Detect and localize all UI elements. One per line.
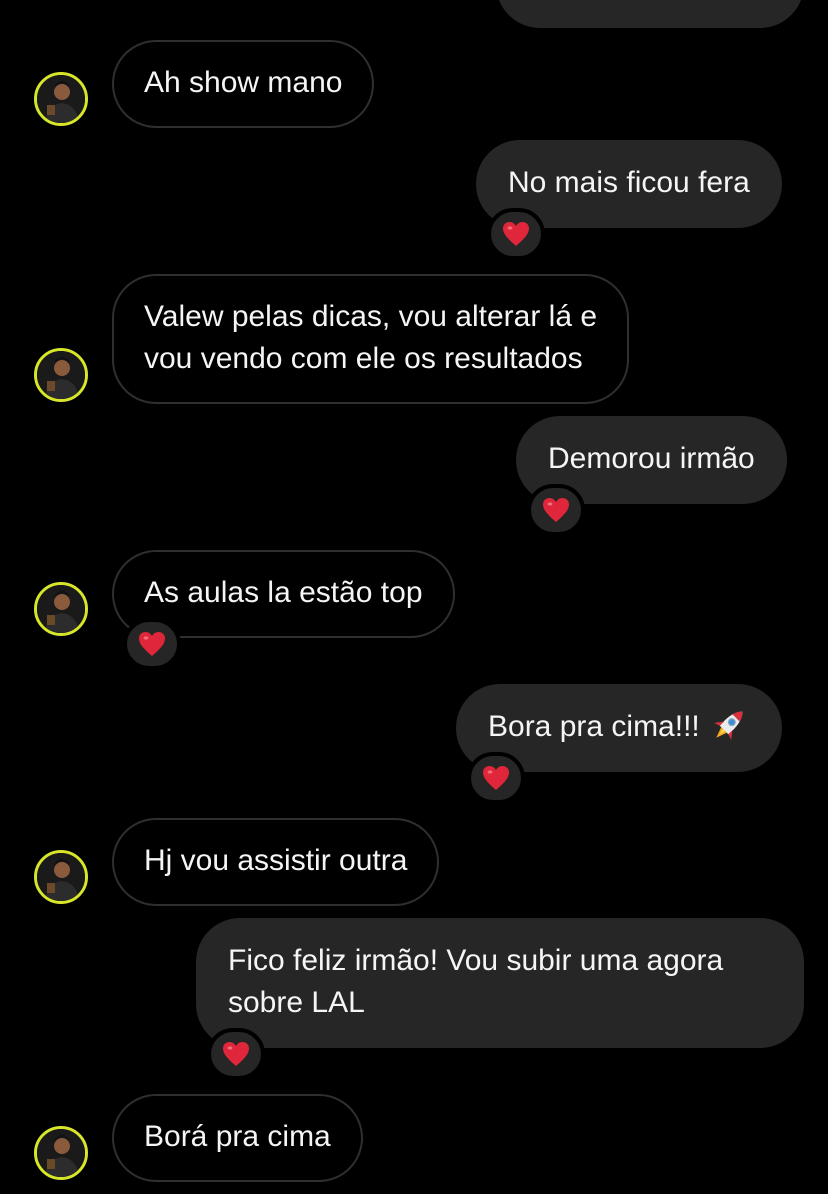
message-text: Ah show mano: [144, 66, 343, 99]
red-heart-icon: [483, 766, 509, 790]
reaction-badge[interactable]: [527, 484, 585, 536]
reaction-badge[interactable]: [123, 618, 181, 670]
reaction-badge[interactable]: [207, 1028, 265, 1080]
red-heart-icon: [503, 222, 529, 246]
message-bubble-outgoing[interactable]: [496, 0, 804, 28]
message-text-line: sobre LAL: [228, 986, 365, 1019]
red-heart-icon: [139, 632, 165, 656]
red-heart-icon: [543, 498, 569, 522]
message-text: No mais ficou fera: [508, 166, 750, 199]
reaction-badge[interactable]: [467, 752, 525, 804]
sender-avatar[interactable]: [34, 72, 88, 126]
message-text: Borá pra cima: [144, 1120, 331, 1153]
rocket-icon: [713, 711, 743, 740]
message-text-line: vou vendo com ele os resultados: [144, 342, 583, 375]
message-bubble-incoming[interactable]: Hj vou assistir outra: [112, 818, 440, 906]
message-bubble-outgoing[interactable]: Fico feliz irmão! Vou subir uma agora so…: [196, 918, 804, 1048]
message-text-line: Valew pelas dicas, vou alterar lá e: [144, 300, 598, 333]
avatar-photo: [37, 351, 85, 399]
avatar-photo: [37, 1129, 85, 1177]
sender-avatar[interactable]: [34, 850, 88, 904]
sender-avatar[interactable]: [34, 348, 88, 402]
avatar-photo: [37, 585, 85, 633]
message-bubble-incoming[interactable]: Borá pra cima: [112, 1094, 363, 1182]
avatar-photo: [37, 853, 85, 901]
sender-avatar[interactable]: [34, 1126, 88, 1180]
message-text: Bora pra cima!!!: [488, 710, 700, 743]
message-text-line: Fico feliz irmão! Vou subir uma agora: [228, 944, 724, 977]
sender-avatar[interactable]: [34, 582, 88, 636]
message-thread[interactable]: Ah show mano No mais ficou fera Valew pe…: [0, 0, 828, 1194]
message-bubble-incoming[interactable]: Ah show mano: [112, 40, 375, 128]
reaction-badge[interactable]: [487, 208, 545, 260]
message-bubble-incoming[interactable]: Valew pelas dicas, vou alterar lá e vou …: [112, 274, 630, 404]
red-heart-icon: [223, 1042, 249, 1066]
message-text: Hj vou assistir outra: [144, 844, 408, 877]
message-text: As aulas la estão top: [144, 576, 423, 609]
avatar-photo: [37, 75, 85, 123]
message-text: Demorou irmão: [548, 442, 755, 475]
